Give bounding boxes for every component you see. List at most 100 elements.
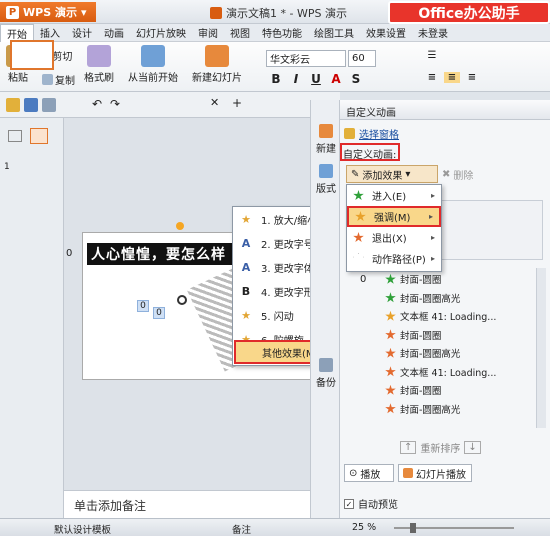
list-item-label: 封面-圆圈高光 xyxy=(400,293,461,305)
menu-item-motion-path[interactable]: 动作路径(P) ▸ xyxy=(347,248,441,269)
menu-item-exit[interactable]: 退出(X) ▸ xyxy=(347,227,441,248)
notes-toggle[interactable]: 备注 xyxy=(232,522,251,536)
tab-drawing-tools[interactable]: 绘图工具 xyxy=(308,24,360,42)
ribbon: 粘贴 ✂剪切 复制 格式刷 从当前开始 新建幻灯片 华文彩云 60 B I U … xyxy=(0,42,550,92)
paste-label: 粘贴 xyxy=(8,73,28,84)
bullet-list-icon[interactable]: ☰ xyxy=(424,50,440,61)
copy-icon xyxy=(42,74,53,85)
move-up-icon[interactable]: ↑ xyxy=(400,441,417,454)
tab-effect-settings[interactable]: 效果设置 xyxy=(360,24,412,42)
exit-icon xyxy=(385,384,396,395)
align-right-icon[interactable]: ≡ xyxy=(464,72,480,83)
new-tab[interactable]: 新建 xyxy=(313,124,339,155)
slideshow-label: 幻灯片播放 xyxy=(416,469,466,481)
copy-label: 复制 xyxy=(55,76,75,87)
list-item[interactable]: 文本框 41: Loading... xyxy=(355,307,535,326)
list-item[interactable]: 封面-圆圈高光 xyxy=(355,344,535,363)
tab-login[interactable]: 未登录 xyxy=(412,24,454,42)
slides-tab-icon[interactable] xyxy=(30,128,48,144)
copy-button[interactable]: 复制 xyxy=(42,72,75,87)
font-color-icon[interactable]: A xyxy=(328,72,344,86)
tab-design[interactable]: 设计 xyxy=(66,24,98,42)
print-icon[interactable] xyxy=(42,98,56,112)
select-window-link[interactable]: 选择窗格 xyxy=(344,126,399,141)
wps-logo-icon: P xyxy=(6,5,19,19)
font-name-select[interactable]: 华文彩云 xyxy=(266,50,346,67)
autopreview-label: 自动预览 xyxy=(358,500,398,511)
align-center-icon[interactable]: ≡ xyxy=(444,72,460,83)
move-down-icon[interactable]: ↓ xyxy=(464,441,481,454)
tab-insert[interactable]: 插入 xyxy=(34,24,66,42)
tab-special[interactable]: 特色功能 xyxy=(256,24,308,42)
wps-menu-button[interactable]: P WPS 演示 ▾ xyxy=(0,2,96,22)
menu-item-entrance[interactable]: 进入(E) ▸ xyxy=(347,185,441,206)
slide-thumbnail[interactable] xyxy=(10,40,54,70)
tab-view[interactable]: 视图 xyxy=(224,24,256,42)
new-slide-button[interactable]: 新建幻灯片 xyxy=(192,45,242,84)
reorder-label: 重新排序 xyxy=(420,444,461,455)
align-left-icon[interactable]: ≡ xyxy=(424,72,440,83)
tab-slideshow[interactable]: 幻灯片放映 xyxy=(130,24,192,42)
italic-icon[interactable]: I xyxy=(288,72,304,86)
add-icon[interactable]: + xyxy=(232,96,242,110)
animation-list: 封面-圆圈 封面-圆圈高光 文本框 41: Loading... 封面-圆圈 封… xyxy=(355,270,535,418)
underline-icon[interactable]: U xyxy=(308,72,324,86)
delete-icon: ✖ xyxy=(442,168,451,180)
template-name: 默认设计模板 xyxy=(54,525,112,536)
delete-button[interactable]: ✖ 删除 xyxy=(442,165,482,183)
strikethrough-icon[interactable]: S xyxy=(348,72,364,86)
menu-item-emphasis[interactable]: 强调(M) ▸ xyxy=(347,206,441,227)
undo-icon[interactable]: ↶ xyxy=(92,97,102,111)
list-item[interactable]: 封面-圆圈 xyxy=(355,270,535,289)
layout-tab-label: 版式 xyxy=(316,184,336,195)
entrance-icon xyxy=(385,273,396,284)
window-title: 演示文稿1 * - WPS 演示 xyxy=(210,5,347,21)
notes-placeholder[interactable]: 单击添加备注 xyxy=(64,490,310,518)
format-painter-button[interactable]: 格式刷 xyxy=(84,45,114,84)
list-scrollbar[interactable] xyxy=(536,268,546,428)
tab-review[interactable]: 审阅 xyxy=(192,24,224,42)
tab-start[interactable]: 开始 xyxy=(0,23,34,42)
new-tab-label: 新建 xyxy=(316,144,336,155)
from-current-button[interactable]: 从当前开始 xyxy=(128,45,178,84)
list-item-label: 封面-圆圈 xyxy=(400,386,442,398)
redo-icon[interactable]: ↷ xyxy=(110,97,120,111)
bold-icon[interactable]: B xyxy=(268,72,284,86)
exit-icon xyxy=(385,366,396,377)
slideshow-button[interactable]: 幻灯片播放 xyxy=(398,464,472,482)
cut-label: 剪切 xyxy=(52,52,73,63)
layout-tab[interactable]: 版式 xyxy=(313,164,339,195)
zoom-slider-thumb[interactable] xyxy=(410,523,416,533)
list-item[interactable]: 封面-圆圈高光 xyxy=(355,400,535,419)
tab-animation[interactable]: 动画 xyxy=(98,24,130,42)
entrance-icon xyxy=(385,292,396,303)
list-item[interactable]: 文本框 41: Loading... xyxy=(355,363,535,382)
close-icon[interactable]: ✕ xyxy=(210,96,219,109)
new-icon xyxy=(319,124,333,138)
rotate-handle-icon[interactable] xyxy=(176,222,184,230)
list-item[interactable]: 封面-圆圈 xyxy=(355,326,535,345)
add-effect-button[interactable]: ✎ 添加效果 ▾ xyxy=(346,165,438,183)
list-item-label: 封面-圆圈高光 xyxy=(400,349,461,361)
list-item[interactable]: 封面-圆圈 xyxy=(355,381,535,400)
font-size-select[interactable]: 60 xyxy=(348,50,376,67)
chevron-right-icon: ▸ xyxy=(428,212,433,221)
menu-item-label: 1. 放大/缩小 xyxy=(261,215,318,227)
bold-icon: B xyxy=(241,284,251,298)
menu-item-label: 进入(E) xyxy=(372,192,407,203)
font-icon: A xyxy=(241,260,251,274)
motion-path-star-icon xyxy=(353,253,364,264)
autopreview-checkbox[interactable]: ✓ 自动预览 xyxy=(344,496,398,511)
document-icon xyxy=(210,7,222,19)
list-item[interactable]: 封面-圆圈高光 xyxy=(355,289,535,308)
menu-tabs: 开始 插入 设计 动画 幻灯片放映 审阅 视图 特色功能 绘图工具 效果设置 未… xyxy=(0,23,550,42)
outline-tab-icon[interactable] xyxy=(8,130,22,142)
save-icon[interactable] xyxy=(24,98,38,112)
star-icon: ★ xyxy=(241,308,251,322)
open-folder-icon[interactable] xyxy=(6,98,20,112)
backup-tab[interactable]: 备份 xyxy=(313,358,339,389)
menu-item-label: 动作路径(P) xyxy=(372,255,426,266)
list-item-label: 封面-圆圈高光 xyxy=(400,404,461,416)
play-button[interactable]: ⊙ 播放 xyxy=(344,464,394,482)
slideshow-play-icon xyxy=(141,45,165,67)
